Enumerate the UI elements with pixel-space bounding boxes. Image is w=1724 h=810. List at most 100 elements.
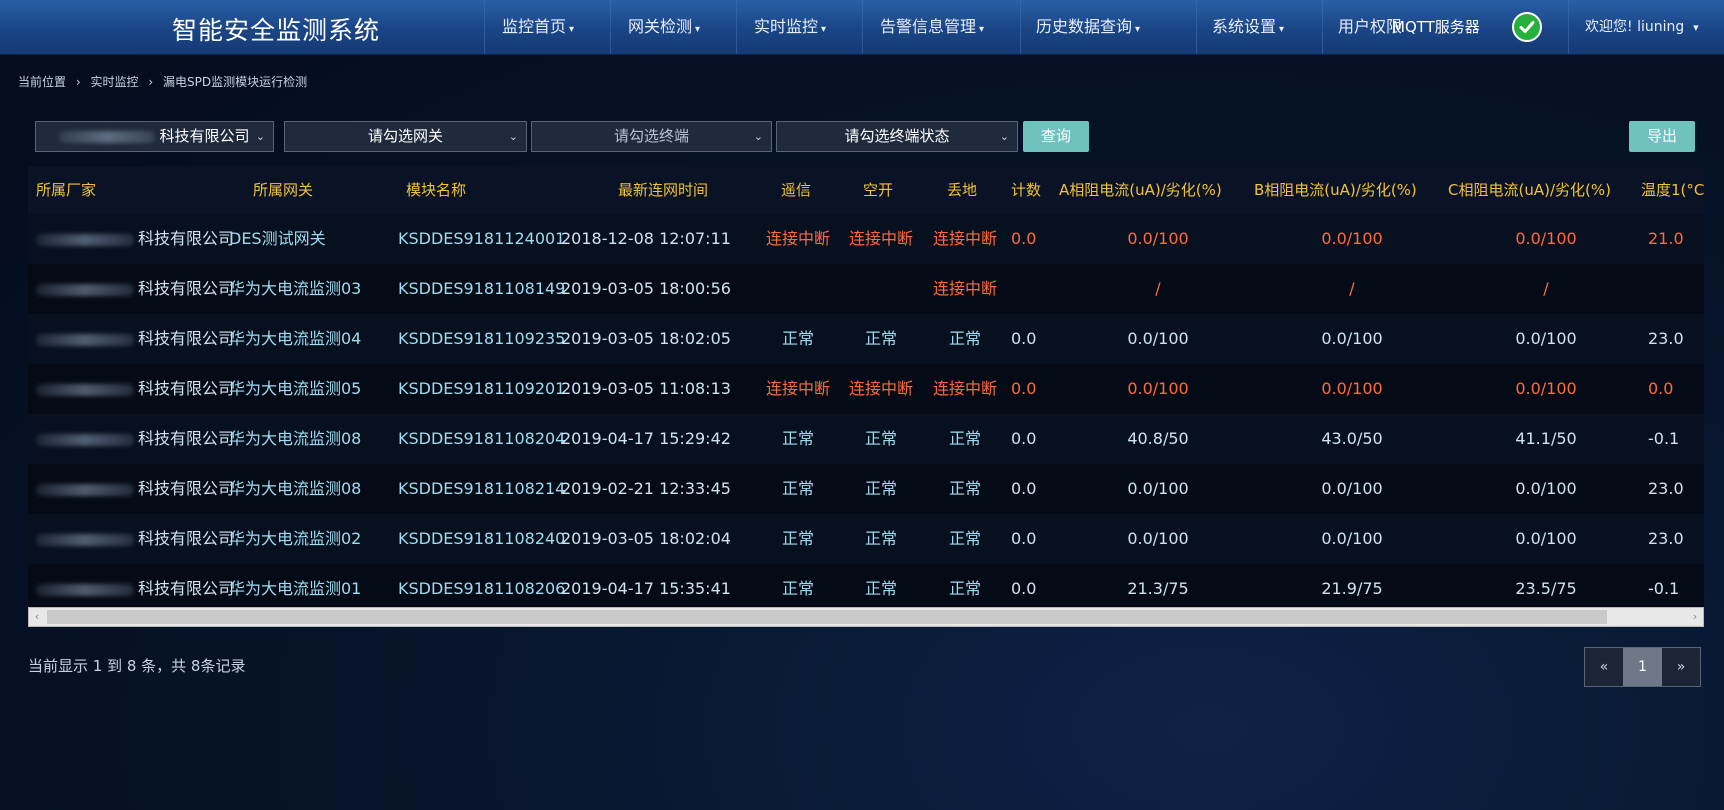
cell-phase-b: 0.0/100 xyxy=(1321,329,1383,348)
column-header-count[interactable]: 计数 xyxy=(1011,166,1041,214)
cell-company: 科技有限公司 xyxy=(36,514,234,564)
table-row[interactable]: 科技有限公司 华为大电流监测04 KSDDES9181109235 2019-03-0… xyxy=(28,314,1704,365)
page-button-current[interactable]: 1 xyxy=(1623,648,1662,686)
cell-phase-b: 43.0/50 xyxy=(1321,429,1383,448)
cell-phase-b: 0.0/100 xyxy=(1321,479,1383,498)
company-name: 科技有限公司 xyxy=(138,329,235,348)
cell-company: 科技有限公司 xyxy=(36,214,234,264)
column-header-ground[interactable]: 丢地 xyxy=(947,166,977,214)
cell-phase-c: 0.0/100 xyxy=(1515,329,1577,348)
column-header-temp1[interactable]: 温度1(°C xyxy=(1641,166,1704,214)
cell-count: 0.0 xyxy=(1011,229,1037,248)
nav-item-label: 告警信息管理 xyxy=(880,17,977,36)
scroll-right-icon[interactable]: › xyxy=(1687,608,1703,626)
nav-item-label: 网关检测 xyxy=(628,17,693,36)
cell-phase-b: 0.0/100 xyxy=(1321,229,1383,248)
nav-item-alarm-management[interactable]: 告警信息管理 ▾ xyxy=(880,0,984,54)
breadcrumb-item-realtime[interactable]: 实时监控 xyxy=(90,75,138,89)
cell-ground: 正常 xyxy=(948,429,981,448)
app-title: 智能安全监测系统 xyxy=(172,16,381,45)
chevron-down-icon: ▾ xyxy=(979,24,985,35)
column-header-time[interactable]: 最新连网时间 xyxy=(618,166,708,214)
nav-item-monitor-home[interactable]: 监控首页 ▾ xyxy=(502,0,574,54)
column-header-phase-b[interactable]: B相阻电流(uA)/劣化(%) xyxy=(1254,166,1417,214)
record-count-info: 当前显示 1 到 8 条，共 8条记录 xyxy=(28,657,246,675)
scrollbar-thumb[interactable] xyxy=(47,610,1607,624)
table-row[interactable]: 科技有限公司 华为大电流监测02 KSDDES9181108240 2019-03-0… xyxy=(28,514,1704,565)
cell-company: 科技有限公司 xyxy=(36,314,234,364)
terminal-select[interactable]: 请勾选终端 ⌄ xyxy=(531,121,772,152)
cell-switch: 正常 xyxy=(864,529,897,548)
cell-phase-a: 21.3/75 xyxy=(1127,579,1189,598)
cell-temp1: 23.0 xyxy=(1648,329,1684,348)
table-row[interactable]: 科技有限公司 华为大电流监测01 KSDDES9181108206 2019-04-1… xyxy=(28,564,1704,607)
cell-temp1 xyxy=(1648,264,1698,314)
welcome-text: 欢迎您! xyxy=(1585,19,1633,35)
nav-item-label: 系统设置 xyxy=(1212,17,1277,36)
prev-page-button[interactable]: « xyxy=(1585,648,1623,686)
terminal-status-select[interactable]: 请勾选终端状态 ⌄ xyxy=(776,121,1018,152)
column-header-gateway[interactable]: 所属网关 xyxy=(253,166,313,214)
query-button[interactable]: 查询 xyxy=(1023,121,1089,152)
column-header-phase-a[interactable]: A相阻电流(uA)/劣化(%) xyxy=(1059,166,1222,214)
column-header-company[interactable]: 所属厂家 xyxy=(36,166,96,214)
redacted-text xyxy=(36,533,134,546)
nav-item-system-settings[interactable]: 系统设置 ▾ xyxy=(1212,0,1284,54)
nav-divider xyxy=(1322,0,1323,54)
nav-divider xyxy=(610,0,611,54)
cell-temp1: 23.0 xyxy=(1648,529,1684,548)
cell-ground: 连接中断 xyxy=(932,379,997,398)
cell-switch: 正常 xyxy=(864,579,897,598)
cell-count: 0.0 xyxy=(1011,479,1037,498)
column-header-module[interactable]: 模块名称 xyxy=(406,166,466,214)
table-row[interactable]: 科技有限公司 华为大电流监测08 KSDDES9181108204 2019-04-1… xyxy=(28,414,1704,465)
cell-module: KSDDES9181108240 xyxy=(398,529,566,548)
username: liuning xyxy=(1637,19,1685,35)
cell-remote: 正常 xyxy=(781,479,814,498)
breadcrumb-separator: › xyxy=(148,75,154,89)
company-name: 科技有限公司 xyxy=(138,229,235,248)
company-name: 科技有限公司 xyxy=(138,529,235,548)
cell-phase-c: / xyxy=(1543,279,1549,298)
terminal-status-select-placeholder: 请勾选终端状态 xyxy=(844,127,950,145)
gateway-select[interactable]: 请勾选网关 ⌄ xyxy=(284,121,527,152)
next-page-button[interactable]: » xyxy=(1662,648,1700,686)
user-menu[interactable]: 欢迎您! liuning ▾ xyxy=(1585,0,1699,54)
cell-phase-a: 0.0/100 xyxy=(1127,329,1189,348)
scroll-left-icon[interactable]: ‹ xyxy=(29,608,45,626)
cell-temp1: 21.0 xyxy=(1648,229,1684,248)
column-header-switch[interactable]: 空开 xyxy=(863,166,893,214)
nav-divider xyxy=(1196,0,1197,54)
cell-switch: 正常 xyxy=(864,479,897,498)
company-select[interactable]: 科技有限公司 ⌄ xyxy=(35,121,274,152)
nav-divider xyxy=(484,0,485,54)
chevron-down-icon: ⌄ xyxy=(508,130,518,143)
column-header-remote[interactable]: 遥信 xyxy=(781,166,811,214)
cell-count: 0.0 xyxy=(1011,429,1037,448)
cell-switch: 正常 xyxy=(864,429,897,448)
table-row[interactable]: 科技有限公司 华为大电流监测08 KSDDES9181108214 2019-02-2… xyxy=(28,464,1704,515)
nav-item-gateway-detection[interactable]: 网关检测 ▾ xyxy=(628,0,700,54)
redacted-text xyxy=(36,283,134,296)
cell-time: 2019-03-05 11:08:13 xyxy=(561,379,731,398)
cell-time: 2019-02-21 12:33:45 xyxy=(561,479,731,498)
column-header-phase-c[interactable]: C相阻电流(uA)/劣化(%) xyxy=(1448,166,1611,214)
table-row[interactable]: 科技有限公司 DES测试网关 KSDDES9181124001 2018-12-08 … xyxy=(28,214,1704,265)
nav-divider xyxy=(736,0,737,54)
cell-remote: 正常 xyxy=(781,429,814,448)
export-button[interactable]: 导出 xyxy=(1629,121,1695,152)
nav-item-history-query[interactable]: 历史数据查询 ▾ xyxy=(1036,0,1140,54)
table-row[interactable]: 科技有限公司 华为大电流监测03 KSDDES9181108149 2019-03-0… xyxy=(28,264,1704,315)
chevron-down-icon: ▾ xyxy=(821,24,827,35)
cell-phase-b: 0.0/100 xyxy=(1321,379,1383,398)
nav-item-realtime-monitor[interactable]: 实时监控 ▾ xyxy=(754,0,826,54)
cell-company: 科技有限公司 xyxy=(36,364,234,414)
cell-phase-a: / xyxy=(1155,279,1161,298)
cell-gateway: 华为大电流监测05 xyxy=(229,379,362,398)
horizontal-scrollbar[interactable]: ‹ › xyxy=(28,607,1704,627)
redacted-text xyxy=(36,433,134,446)
mqtt-server-status: MQTT服务器 xyxy=(1392,18,1480,36)
cell-temp1: -0.1 xyxy=(1648,579,1680,598)
gateway-select-placeholder: 请勾选网关 xyxy=(367,127,443,145)
table-row[interactable]: 科技有限公司 华为大电流监测05 KSDDES9181109201 2019-03-0… xyxy=(28,364,1704,415)
